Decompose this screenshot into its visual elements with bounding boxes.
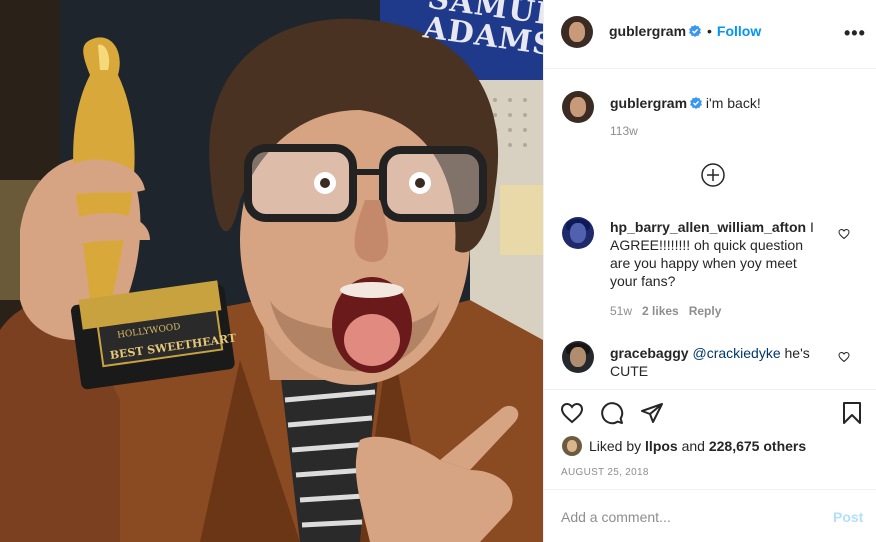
add-comment-input[interactable]: Add a comment... <box>561 509 671 525</box>
caption-text: i'm back! <box>705 95 761 111</box>
comment-avatar[interactable] <box>562 341 594 373</box>
liked-by-middle: and <box>677 438 709 454</box>
comment-username[interactable]: gracebaggy <box>610 345 689 361</box>
comment-icon[interactable] <box>600 401 624 425</box>
caption-username[interactable]: gublergram <box>610 95 687 111</box>
liker-avatar[interactable] <box>562 436 582 456</box>
post-photo[interactable]: HOLLYWOOD BEST SWEETHEART SAMUEL ADAMS <box>0 0 543 542</box>
author-avatar[interactable] <box>561 16 593 48</box>
add-comment-bar: Add a comment... Post <box>544 489 876 542</box>
post-header: gublergram • Follow ••• <box>544 0 876 69</box>
comment-reply-button[interactable]: Reply <box>689 304 722 318</box>
liked-by-user[interactable]: llpos <box>645 438 678 454</box>
caption-time[interactable]: 113w <box>610 124 638 138</box>
verified-badge-icon <box>690 97 703 109</box>
comment-avatar[interactable] <box>562 217 594 249</box>
post-actions: Liked by llpos and 228,675 others AUGUST… <box>544 389 876 542</box>
comment-time[interactable]: 51w <box>610 304 632 318</box>
plus-circle-icon[interactable] <box>701 163 725 187</box>
photo-illustration: HOLLYWOOD BEST SWEETHEART <box>0 0 543 542</box>
comment-like-icon[interactable] <box>838 228 850 240</box>
bookmark-icon[interactable] <box>840 401 864 425</box>
comment-likes[interactable]: 2 likes <box>642 304 679 318</box>
post-button[interactable]: Post <box>833 509 863 525</box>
heart-icon[interactable] <box>560 401 584 425</box>
post-details-panel: gublergram • Follow ••• gublergram i'm bac… <box>543 0 876 542</box>
comment-username[interactable]: hp_barry_allen_william_afton <box>610 219 806 235</box>
follow-button[interactable]: Follow <box>717 23 761 39</box>
caption-avatar[interactable] <box>562 91 594 123</box>
paper-plane-icon[interactable] <box>640 401 664 425</box>
post-date[interactable]: AUGUST 25, 2018 <box>561 467 649 478</box>
header-separator: • <box>707 23 712 39</box>
verified-badge-icon <box>689 25 702 37</box>
liked-by-count[interactable]: 228,675 others <box>709 438 806 454</box>
comment-mention[interactable]: @crackiedyke <box>692 345 780 361</box>
more-horizontal-icon[interactable]: ••• <box>844 24 866 42</box>
liked-by-prefix: Liked by <box>589 438 646 454</box>
author-username[interactable]: gublergram <box>609 23 686 39</box>
comment-like-icon[interactable] <box>838 351 850 363</box>
